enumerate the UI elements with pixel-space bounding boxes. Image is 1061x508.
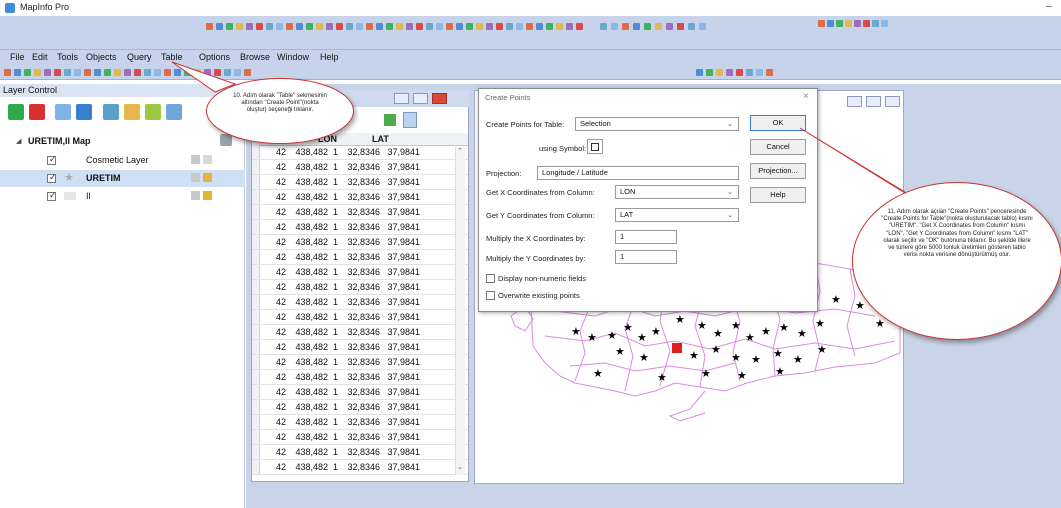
callout-step-10: 10. Adım olarak "Table" sekmesinin altın… — [206, 78, 354, 144]
callout-step-11: 11. Adım olarak açılan "Create Points" p… — [852, 182, 1061, 340]
